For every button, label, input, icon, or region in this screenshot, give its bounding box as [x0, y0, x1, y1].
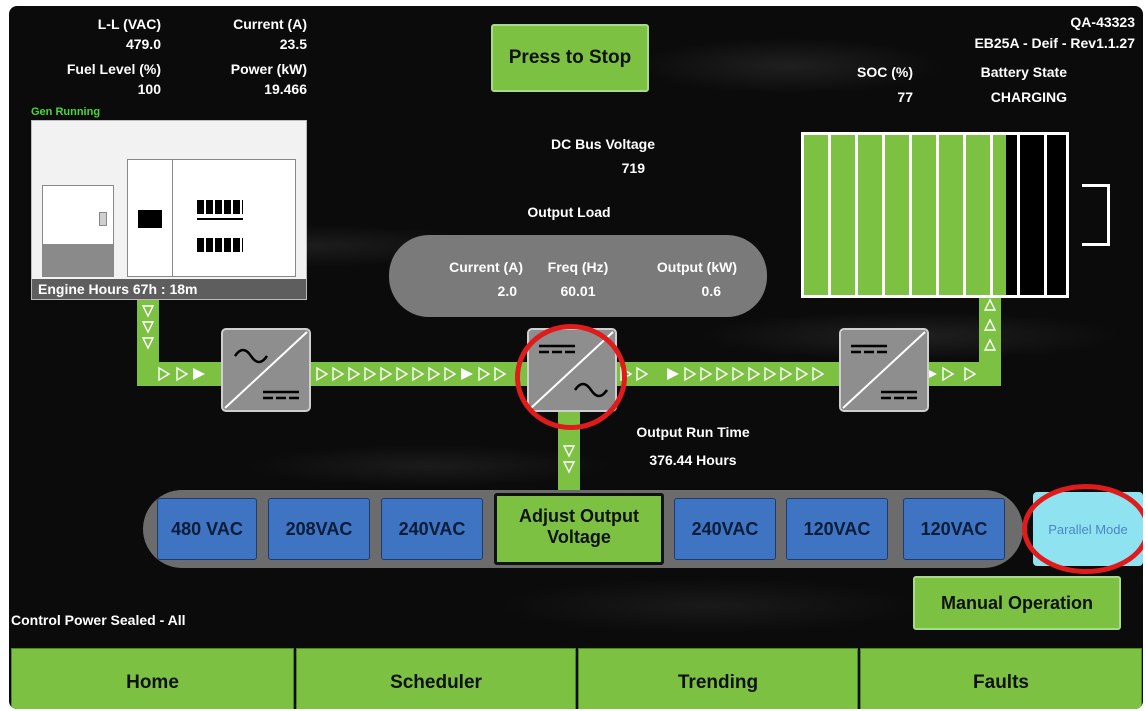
voltage-208-button[interactable]: 208VAC	[268, 498, 370, 560]
dc-dc-converter-icon	[839, 328, 929, 412]
generator-image[interactable]: Engine Hours 67h : 18m	[31, 120, 307, 300]
nav-scheduler[interactable]: Scheduler	[296, 648, 576, 709]
manual-operation-button[interactable]: Manual Operation	[913, 576, 1121, 630]
voltage-240-button[interactable]: 240VAC	[381, 498, 483, 560]
voltage-240-alt-button[interactable]: 240VAC	[674, 498, 776, 560]
output-load-panel: Current (A) 2.0 Freq (Hz) 60.01 Output (…	[389, 235, 767, 317]
output-run-time-value: 376.44 Hours	[649, 452, 737, 468]
press-to-stop-button[interactable]: Press to Stop	[491, 24, 649, 92]
hmi-screen: L-L (VAC) 479.0 Fuel Level (%) 100 Curre…	[9, 6, 1143, 709]
output-load-title: Output Load	[527, 204, 611, 220]
battery-state-label: Battery State	[980, 64, 1067, 80]
voltage-480-button[interactable]: 480 VAC	[157, 498, 257, 560]
parallel-mode-highlight-ring	[1022, 484, 1143, 574]
battery-terminal	[1082, 184, 1110, 246]
output-freq-label: Freq (Hz)	[547, 259, 609, 275]
battery-graphic	[801, 132, 1069, 298]
output-freq-value: 60.01	[560, 283, 596, 299]
nav-trending[interactable]: Trending	[578, 648, 858, 709]
output-run-time-label: Output Run Time	[636, 424, 750, 440]
fuel-level-value: 100	[137, 81, 161, 97]
unit-id: QA-43323	[1070, 14, 1135, 30]
control-power-status: Control Power Sealed - All	[11, 612, 186, 628]
ll-voltage-label: L-L (VAC)	[97, 16, 161, 32]
gen-current-label: Current (A)	[233, 16, 307, 32]
gen-current-value: 23.5	[279, 36, 307, 52]
adjust-output-line2: Voltage	[547, 527, 611, 547]
adjust-output-voltage-button[interactable]: Adjust Output Voltage	[494, 493, 664, 565]
voltage-120-button[interactable]: 120VAC	[786, 498, 888, 560]
gen-status: Gen Running	[31, 106, 101, 118]
inverter-highlight-ring	[515, 324, 627, 430]
gen-power-label: Power (kW)	[230, 61, 307, 77]
generator-cabinet	[172, 159, 296, 277]
output-current-label: Current (A)	[449, 259, 523, 275]
ac-dc-converter-icon	[221, 328, 311, 412]
output-kw-label: Output (kW)	[656, 259, 737, 275]
output-kw-value: 0.6	[701, 283, 721, 299]
firmware-revision: EB25A - Deif - Rev1.1.27	[974, 35, 1135, 51]
engine-hours: Engine Hours 67h : 18m	[32, 279, 306, 299]
generator-left-panel	[42, 185, 114, 277]
gen-power-value: 19.466	[264, 81, 307, 97]
output-current-value: 2.0	[497, 283, 517, 299]
battery-state-value: CHARGING	[990, 89, 1067, 105]
voltage-120-alt-button[interactable]: 120VAC	[903, 498, 1005, 560]
nav-home[interactable]: Home	[11, 648, 294, 709]
fuel-level-label: Fuel Level (%)	[66, 61, 161, 77]
soc-value: 77	[897, 89, 913, 105]
ll-voltage-value: 479.0	[125, 36, 161, 52]
battery-cell-dividers	[804, 135, 1066, 295]
nav-faults[interactable]: Faults	[860, 648, 1142, 709]
dc-bus-voltage-value: 719	[621, 160, 645, 176]
dc-bus-voltage-label: DC Bus Voltage	[551, 136, 655, 152]
generator-door	[127, 159, 173, 277]
soc-label: SOC (%)	[857, 64, 913, 80]
adjust-output-line1: Adjust Output	[519, 506, 639, 526]
